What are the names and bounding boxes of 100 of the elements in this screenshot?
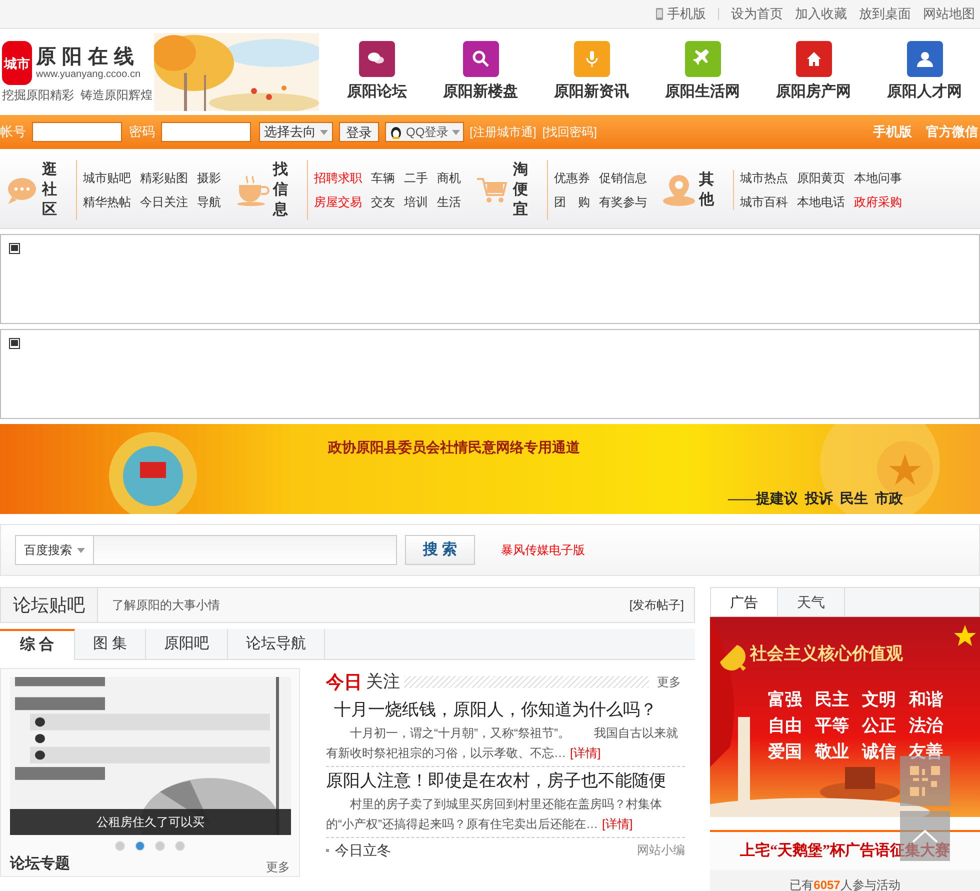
nav-link[interactable]: 导航	[197, 194, 221, 210]
channel-link[interactable]: 原阳生活网	[665, 40, 740, 104]
news-link[interactable]: 今日立冬	[335, 841, 391, 859]
nav-link[interactable]: 精彩贴图	[140, 170, 188, 186]
account-field[interactable]	[32, 122, 122, 142]
qr-code-icon	[910, 766, 940, 796]
sidebar-tab[interactable]: 广告	[711, 588, 778, 616]
nav-link[interactable]: 团 购	[554, 194, 590, 210]
bullet-icon	[326, 848, 329, 852]
nav-link[interactable]: 商机	[437, 170, 461, 186]
top-link[interactable]: 放到桌面	[859, 4, 911, 24]
value-word: 富强	[768, 689, 802, 710]
value-word: 自由	[768, 715, 802, 736]
top-link[interactable]: 设为首页	[731, 4, 783, 24]
nav-link[interactable]: 摄影	[197, 170, 221, 186]
e-paper-link[interactable]: 暴风传媒电子版	[501, 541, 585, 559]
more-link[interactable]: 更多	[266, 858, 290, 876]
top-link[interactable]: 网站地图	[923, 4, 975, 24]
participants-count: 已有6057人参与活动	[790, 877, 900, 891]
value-word: 和谐	[909, 689, 943, 710]
broken-image-icon	[9, 243, 20, 254]
details-link[interactable]: [详情]	[570, 746, 601, 760]
value-word: 敬业	[815, 741, 849, 762]
destination-select[interactable]: 选择去向	[259, 122, 333, 142]
nav-link[interactable]: 原阳黄页	[797, 170, 845, 186]
login-button[interactable]: 登录	[339, 122, 379, 142]
password-field[interactable]	[161, 122, 251, 142]
nav-group-title: 找信息	[273, 160, 308, 220]
top-link[interactable]: 加入收藏	[795, 4, 847, 24]
nav-link[interactable]: 二手	[404, 170, 428, 186]
nav-group-title: 逛社区	[42, 160, 77, 220]
value-word: 民主	[815, 689, 849, 710]
banner-subtitle: ——提建议 投诉 民生 市政	[728, 490, 903, 509]
nav-link[interactable]: 培训	[404, 194, 428, 210]
forum-tab[interactable]: 原阳吧	[146, 629, 228, 660]
channel-link[interactable]: 原阳房产网	[776, 40, 851, 104]
nav-link[interactable]: 房屋交易	[314, 194, 362, 210]
news-source: 网站小编	[637, 842, 685, 859]
password-label: 密码	[129, 123, 155, 142]
caret-icon	[452, 130, 460, 134]
nav-link[interactable]: 优惠券	[554, 170, 590, 186]
article-summary: 十月初一，谓之“十月朝”，又称“祭祖节”。 我国自古以来就有新收时祭祀祖宗的习俗，以示孝敬、不忘… [详情]	[326, 725, 679, 762]
nav-link[interactable]: 城市贴吧	[83, 170, 131, 186]
logo-slogan: 挖掘原阳精彩 铸造原阳辉煌	[2, 87, 152, 103]
article-title[interactable]: 原阳人注意！即使是在农村，房子也不能随便	[326, 769, 685, 793]
nav-link[interactable]: 政府采购	[854, 194, 902, 210]
value-word: 公正	[862, 715, 896, 736]
chevron-up-icon	[911, 829, 939, 843]
value-word: 诚信	[862, 741, 896, 762]
post-link[interactable]: [发布帖子]	[629, 596, 684, 614]
nav-link[interactable]: 车辆	[371, 170, 395, 186]
topics-title: 论坛专题	[10, 854, 70, 874]
article-summary: 村里的房子卖了到城里买房回到村里还能在盖房吗？村集体的“小产权”还搞得起来吗？原有住宅卖出后还能在… [详情]	[326, 796, 663, 833]
nav-link[interactable]: 城市热点	[740, 170, 788, 186]
nav-link[interactable]: 本地问事	[854, 170, 902, 186]
section-subtitle: 了解原阳的大事小情	[112, 597, 220, 614]
nav-group-title: 淘便宜	[513, 160, 548, 220]
channel-link[interactable]: 原阳新楼盘	[443, 40, 518, 104]
nav-link[interactable]: 招聘求职	[314, 170, 362, 186]
value-word: 文明	[862, 689, 896, 710]
forum-tab[interactable]: 综 合	[0, 629, 75, 660]
search-button[interactable]: 搜 索	[405, 535, 475, 565]
penguin-icon	[389, 125, 403, 139]
nav-link[interactable]: 生活	[437, 194, 461, 210]
value-word: 平等	[815, 715, 849, 736]
value-word: 爱国	[768, 741, 802, 762]
forum-tab[interactable]: 图 集	[75, 629, 146, 660]
channel-link[interactable]: 原阳论坛	[347, 40, 407, 104]
banner-title: 政协原阳县委员会社情民意网络专用通道	[328, 439, 580, 458]
nav-link[interactable]: 本地电话	[797, 194, 845, 210]
nav-link[interactable]: 今日关注	[140, 194, 188, 210]
today-title-accent: 今日	[326, 670, 362, 694]
logo-badge: 城市	[2, 41, 32, 85]
phone-icon	[656, 8, 663, 20]
value-word: 友善	[909, 741, 943, 762]
today-title: 关注	[366, 671, 400, 694]
value-word: 法治	[909, 715, 943, 736]
ad-title: 社会主义核心价值观	[750, 643, 903, 665]
nav-group-title: 其他	[699, 170, 734, 210]
nav-link[interactable]: 促销信息	[599, 170, 647, 186]
section-title: 论坛贴吧	[1, 588, 98, 622]
nav-link[interactable]: 交友	[371, 194, 395, 210]
forum-tab[interactable]: 论坛导航	[228, 629, 326, 660]
caret-icon	[77, 548, 85, 552]
channel-link[interactable]: 原阳新资讯	[554, 40, 629, 104]
search-engine-select[interactable]: 百度搜索	[15, 535, 94, 565]
nav-link[interactable]: 精华热帖	[83, 194, 131, 210]
mobile-link[interactable]: 手机版	[667, 4, 706, 24]
nav-link[interactable]: 有奖参与	[599, 194, 647, 210]
search-field[interactable]	[94, 535, 397, 565]
nav-link[interactable]: 城市百科	[740, 194, 788, 210]
broken-image-icon	[9, 338, 20, 349]
article-title[interactable]: 十月一烧纸钱，原阳人，你知道为什么吗？	[326, 698, 685, 722]
qq-login-button[interactable]: QQ登录	[385, 122, 464, 142]
channel-link[interactable]: 原阳人才网	[887, 40, 962, 104]
sidebar-tab[interactable]: 天气	[778, 588, 845, 616]
slide-caption: 公租房住久了可以买	[10, 809, 291, 835]
logo-url: www.yuanyang.ccoo.cn	[36, 69, 141, 81]
caret-icon	[320, 130, 328, 134]
details-link[interactable]: [详情]	[602, 817, 633, 831]
